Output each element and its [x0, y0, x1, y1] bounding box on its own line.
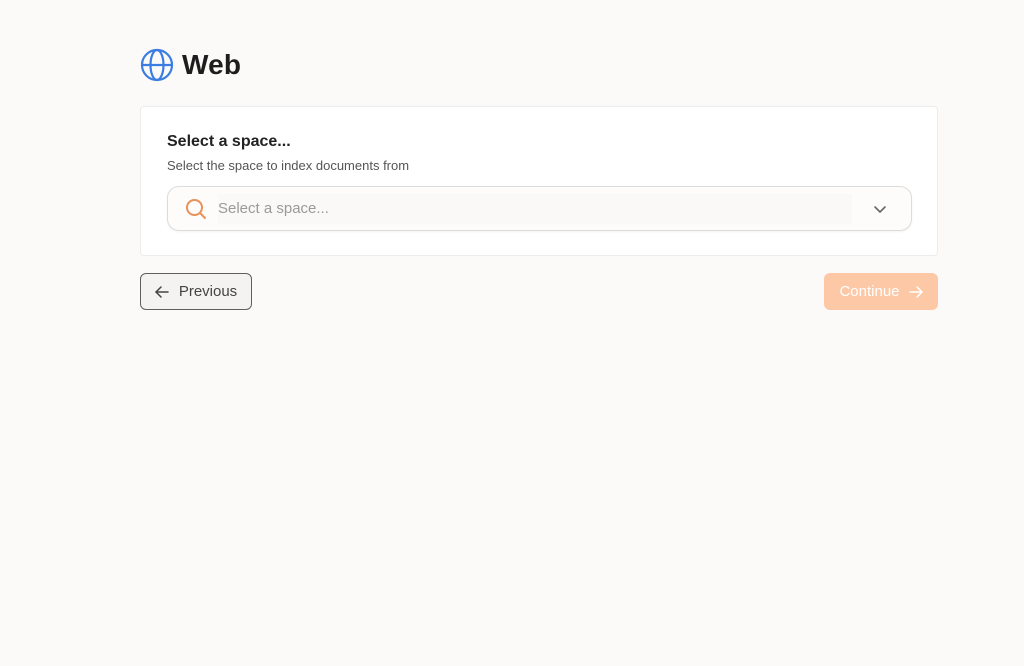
space-select[interactable]	[167, 186, 912, 231]
page-title: Web	[182, 49, 242, 80]
space-select-card: Select a space... Select the space to in…	[140, 106, 938, 256]
arrow-left-icon	[155, 285, 169, 299]
continue-button-label: Continue	[839, 283, 900, 300]
chevron-down-icon[interactable]	[870, 199, 890, 219]
previous-button[interactable]: Previous	[140, 273, 252, 310]
continue-button[interactable]: Continue	[824, 273, 938, 310]
arrow-right-icon	[908, 285, 923, 299]
search-icon	[185, 198, 207, 220]
globe-icon	[140, 48, 174, 82]
card-subtitle: Select the space to index documents from	[167, 158, 410, 173]
space-search-input[interactable]	[218, 193, 852, 224]
previous-button-label: Previous	[178, 283, 238, 300]
page-header: Web	[140, 48, 241, 82]
card-title: Select a space...	[167, 133, 291, 150]
